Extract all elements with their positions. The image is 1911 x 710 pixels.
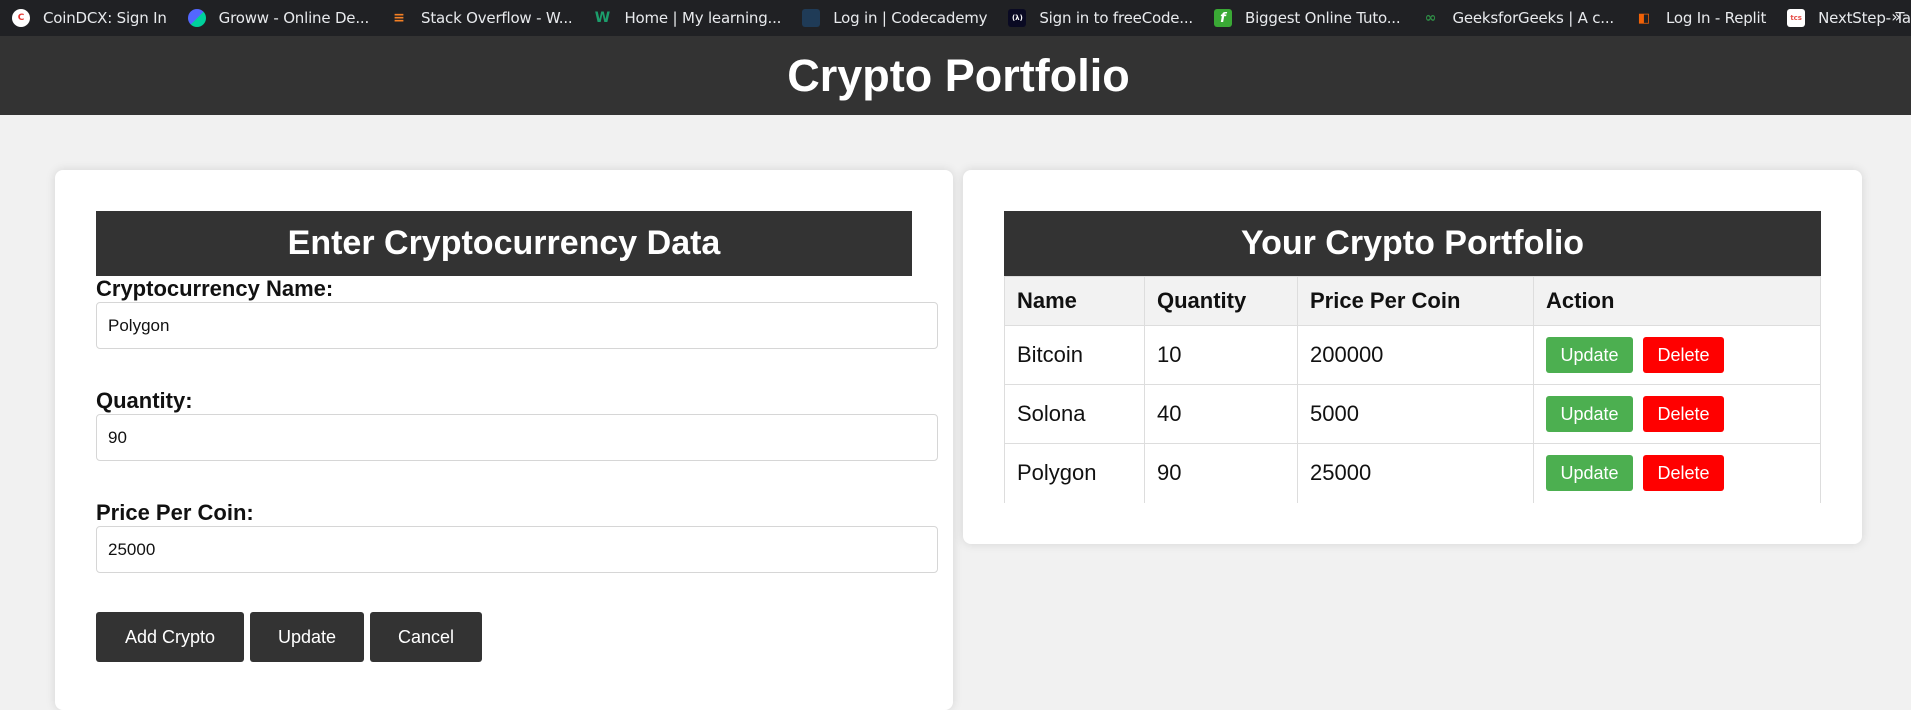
table-row: Polygon 90 25000 Update Delete — [1004, 443, 1821, 503]
cell-action: Update Delete — [1533, 384, 1821, 444]
cell-quantity: 90 — [1144, 443, 1298, 503]
bookmark-replit[interactable]: ◧ Log In - Replit — [1635, 9, 1767, 27]
column-header-name: Name — [1004, 276, 1145, 326]
bookmark-groww[interactable]: Groww - Online De... — [187, 9, 370, 27]
cell-quantity: 10 — [1144, 325, 1298, 385]
cell-name: Bitcoin — [1004, 325, 1145, 385]
price-label: Price Per Coin: — [96, 500, 254, 525]
row-update-button[interactable]: Update — [1546, 455, 1633, 492]
quantity-label: Quantity: — [96, 388, 193, 413]
column-header-action: Action — [1533, 276, 1821, 326]
bookmark-freecodecamp[interactable]: (λ) Sign in to freeCode... — [1008, 9, 1193, 27]
portfolio-card: Your Crypto Portfolio Name Quantity Pric… — [963, 170, 1862, 544]
row-update-button[interactable]: Update — [1546, 337, 1633, 373]
bookmark-label: Biggest Online Tuto... — [1245, 9, 1401, 27]
row-update-button[interactable]: Update — [1546, 396, 1633, 432]
bookmark-label: Groww - Online De... — [218, 9, 370, 27]
bookmark-label: GeeksforGeeks | A c... — [1452, 9, 1614, 27]
table-header-row: Name Quantity Price Per Coin Action — [1004, 276, 1821, 326]
cell-action: Update Delete — [1533, 325, 1821, 385]
stackoverflow-icon: ≡ — [393, 10, 405, 26]
bookmark-label: Log In - Replit — [1666, 9, 1767, 27]
add-crypto-button[interactable]: Add Crypto — [96, 612, 244, 662]
bookmark-codecademy[interactable]: Log in | Codecademy — [802, 9, 988, 27]
app-header: Crypto Portfolio — [0, 36, 1911, 115]
cancel-button[interactable]: Cancel — [370, 612, 482, 662]
cell-price: 25000 — [1297, 443, 1534, 503]
row-delete-button[interactable]: Delete — [1643, 455, 1724, 492]
table-row: Solona 40 5000 Update Delete — [1004, 384, 1821, 444]
bookmark-label: Stack Overflow - W... — [421, 9, 573, 27]
bookmarks-bar: C CoinDCX: Sign In Groww - Online De... … — [0, 0, 1911, 36]
more-bookmarks-icon[interactable]: » — [1891, 7, 1901, 26]
cell-price: 200000 — [1297, 325, 1534, 385]
cell-price: 5000 — [1297, 384, 1534, 444]
coindcx-icon: C — [12, 9, 30, 27]
bookmark-my-learning[interactable]: W Home | My learning... — [593, 9, 782, 27]
bookmark-label: Sign in to freeCode... — [1039, 9, 1193, 27]
bookmark-stackoverflow[interactable]: ≡ Stack Overflow - W... — [390, 9, 573, 27]
geeksforgeeks-icon: ∞ — [1424, 10, 1437, 26]
name-label: Cryptocurrency Name: — [96, 276, 334, 301]
codecademy-icon — [802, 9, 821, 27]
page-title: Crypto Portfolio — [787, 49, 1130, 101]
cell-name: Solona — [1004, 384, 1145, 444]
row-delete-button[interactable]: Delete — [1643, 396, 1724, 432]
freecodecamp-icon: (λ) — [1008, 9, 1027, 27]
groww-icon — [187, 9, 206, 27]
column-header-quantity: Quantity — [1144, 276, 1298, 326]
table-row: Bitcoin 10 200000 Update Delete — [1004, 325, 1821, 385]
quantity-input[interactable] — [96, 414, 938, 461]
tcs-icon: tcs — [1787, 9, 1806, 27]
bookmark-geeksforgeeks[interactable]: ∞ GeeksforGeeks | A c... — [1421, 9, 1615, 27]
replit-icon: ◧ — [1637, 10, 1651, 26]
tutorial-site-icon: f — [1214, 9, 1232, 27]
cell-action: Update Delete — [1533, 443, 1821, 503]
w-logo-icon: W — [594, 10, 611, 26]
bookmark-label: Log in | Codecademy — [833, 9, 988, 27]
portfolio-title: Your Crypto Portfolio — [1004, 211, 1821, 276]
crypto-name-input[interactable] — [96, 302, 938, 349]
row-delete-button[interactable]: Delete — [1643, 337, 1724, 373]
portfolio-table: Name Quantity Price Per Coin Action Bitc… — [1004, 276, 1821, 503]
bookmark-label: Home | My learning... — [624, 9, 782, 27]
bookmark-tutorials[interactable]: f Biggest Online Tuto... — [1214, 9, 1401, 27]
crypto-form-card: Enter Cryptocurrency Data Cryptocurrency… — [55, 170, 953, 710]
price-input[interactable] — [96, 526, 938, 573]
form-title: Enter Cryptocurrency Data — [96, 211, 912, 276]
update-button[interactable]: Update — [250, 612, 364, 662]
cell-name: Polygon — [1004, 443, 1145, 503]
cell-quantity: 40 — [1144, 384, 1298, 444]
bookmark-coindcx[interactable]: C CoinDCX: Sign In — [12, 9, 167, 27]
bookmark-label: CoinDCX: Sign In — [43, 9, 167, 27]
column-header-price: Price Per Coin — [1297, 276, 1534, 326]
